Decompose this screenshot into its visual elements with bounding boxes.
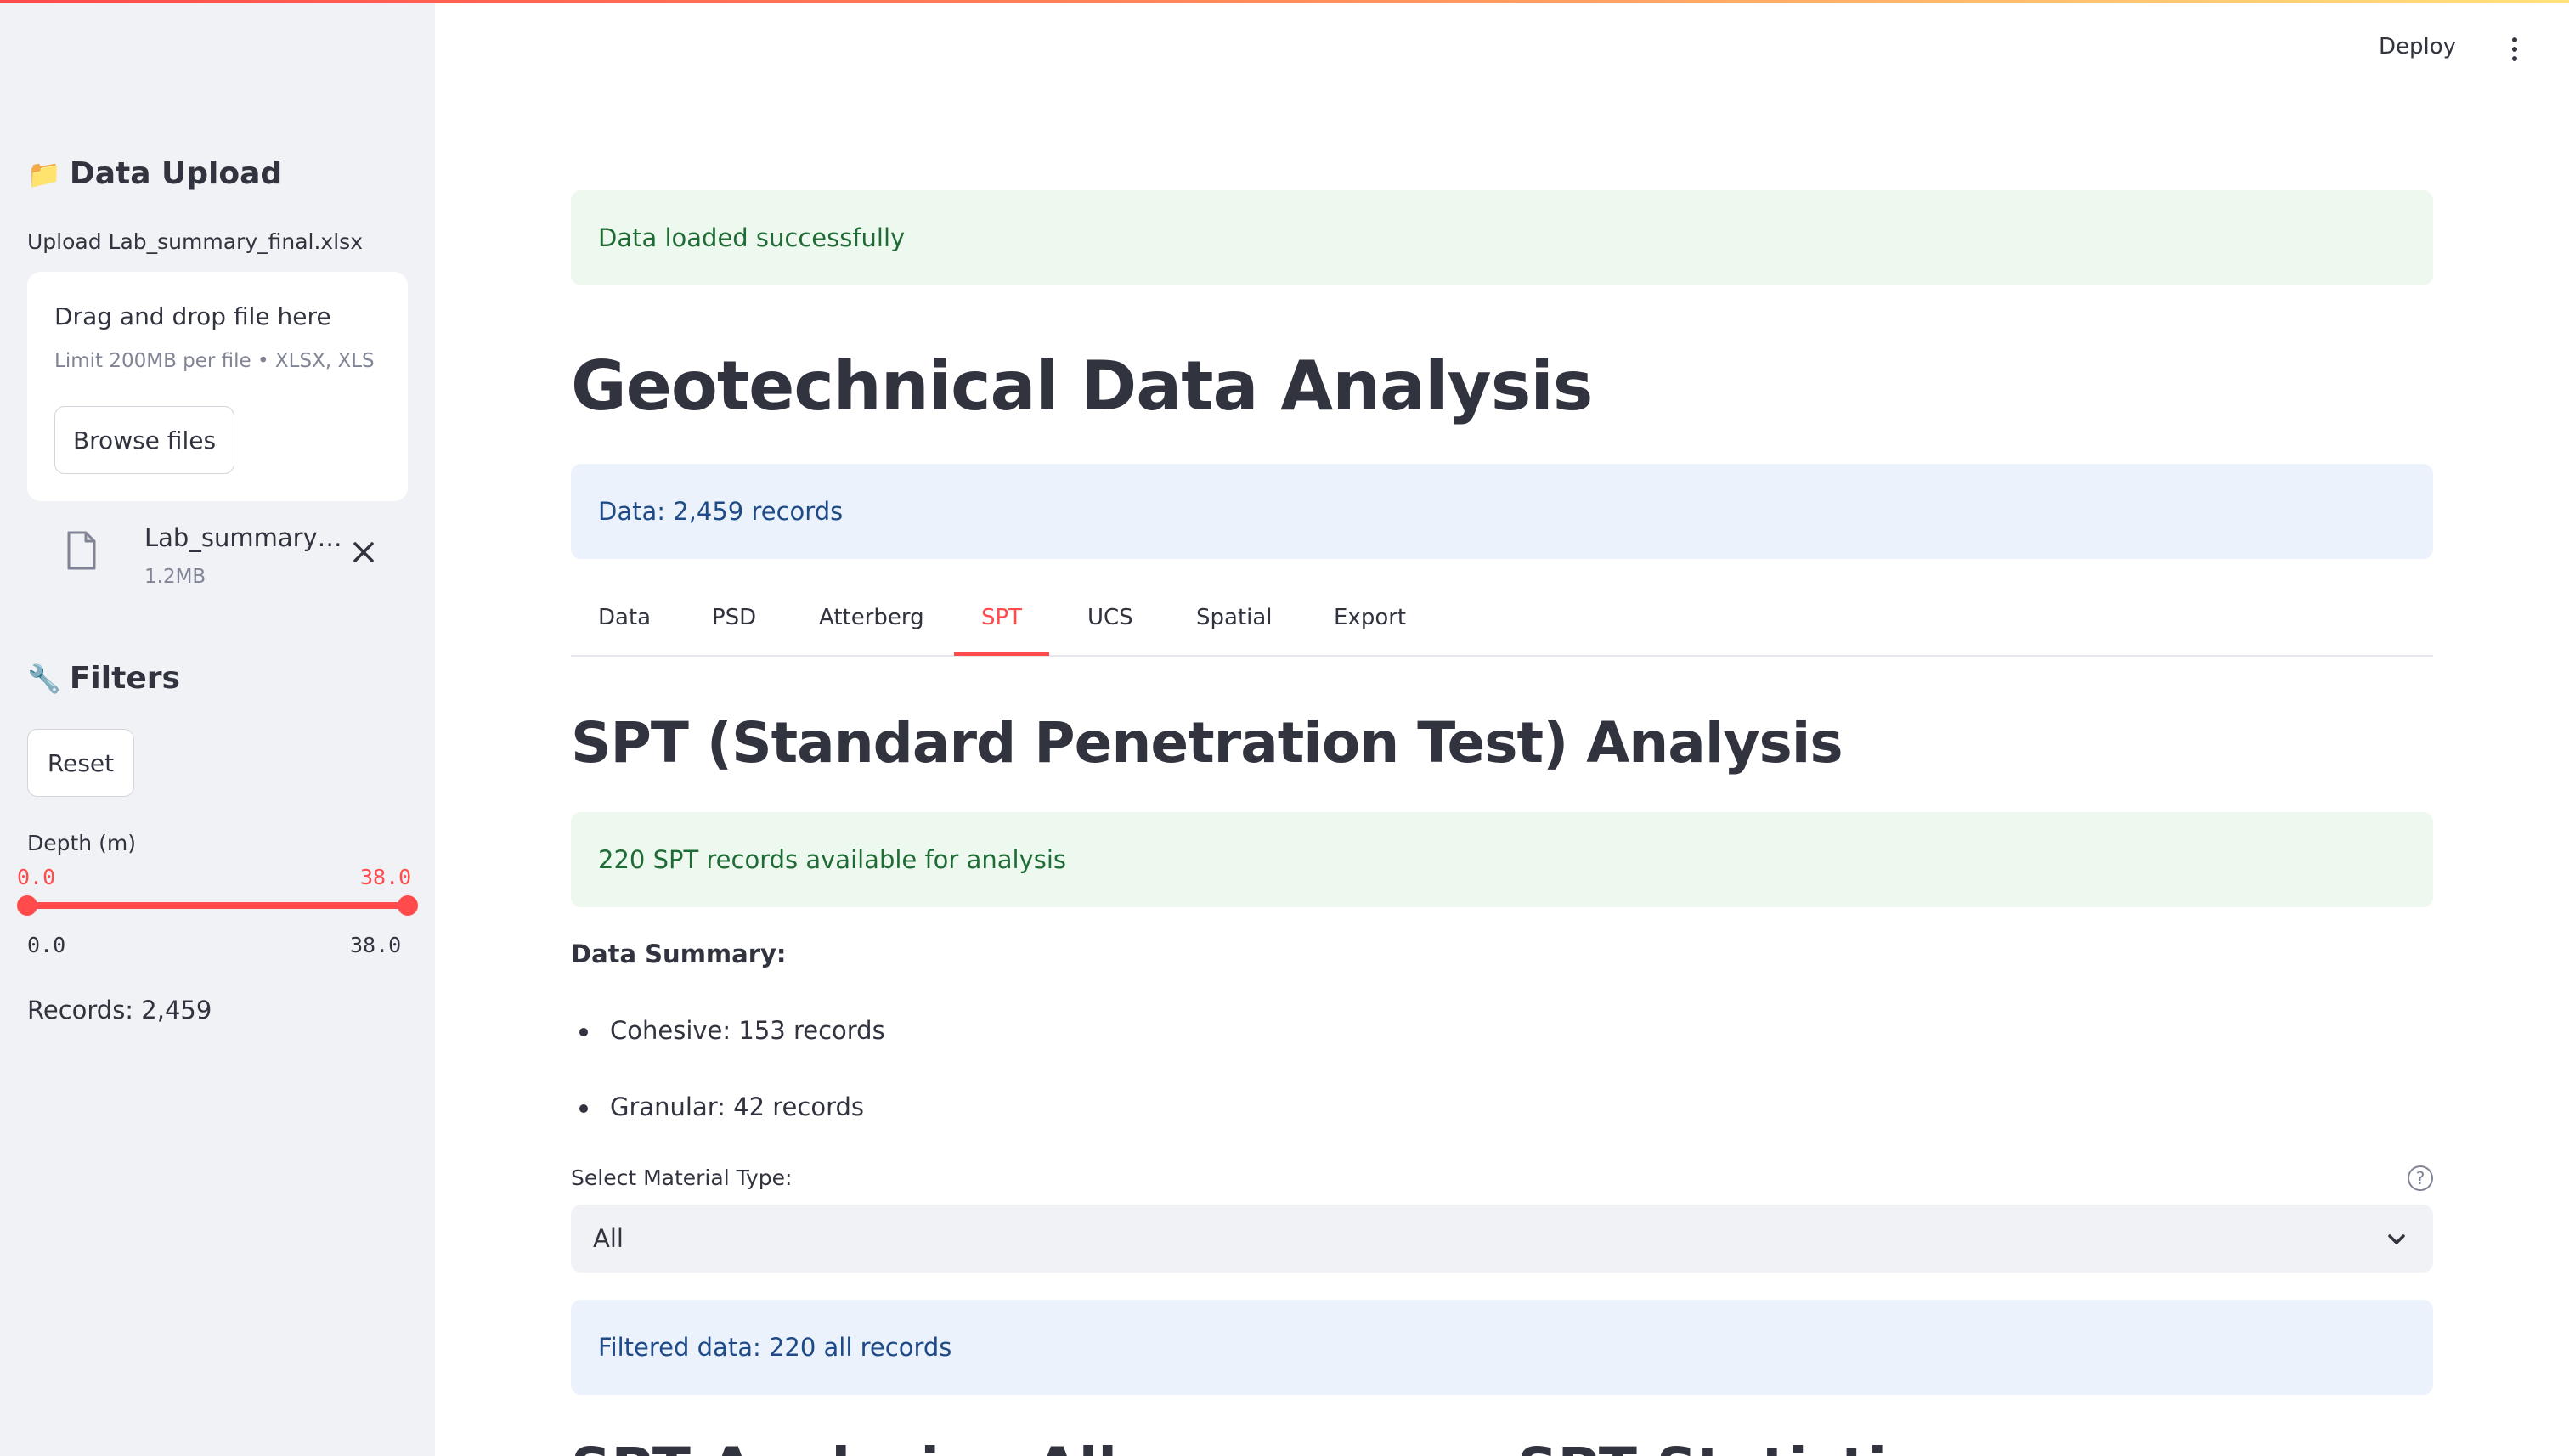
depth-slider-high-handle[interactable] bbox=[398, 895, 418, 916]
sidebar: 📁 Data Upload Upload Lab_summary_final.x… bbox=[0, 0, 435, 1456]
spt-heading: SPT (Standard Penetration Test) Analysis bbox=[571, 710, 1843, 776]
uploaded-file-name: Lab_summary… bbox=[144, 523, 342, 552]
spt-analysis-subheading: SPT Analysis - All bbox=[571, 1436, 1117, 1456]
chevron-down-icon bbox=[2388, 1234, 2405, 1244]
bullet-marker bbox=[579, 1028, 588, 1036]
material-type-select[interactable]: All bbox=[571, 1205, 2433, 1273]
depth-slider-track[interactable] bbox=[27, 902, 408, 909]
dropzone-subtitle: Limit 200MB per file • XLSX, XLS bbox=[54, 350, 375, 372]
deploy-button[interactable]: Deploy bbox=[2379, 34, 2456, 59]
tab-ucs[interactable]: UCS bbox=[1087, 605, 1133, 630]
depth-slider-label: Depth (m) bbox=[27, 831, 136, 855]
tab-psd[interactable]: PSD bbox=[712, 605, 756, 630]
tab-data[interactable]: Data bbox=[598, 605, 651, 630]
active-tab-indicator bbox=[954, 652, 1049, 656]
upload-header: 📁 Data Upload bbox=[27, 156, 282, 191]
filters-header-title: Filters bbox=[69, 661, 180, 696]
close-icon[interactable] bbox=[348, 537, 379, 567]
uploaded-file-size: 1.2MB bbox=[144, 566, 206, 588]
summary-item-granular: Granular: 42 records bbox=[610, 1092, 865, 1121]
filtered-data-alert: Filtered data: 220 all records bbox=[571, 1300, 2433, 1395]
page-title: Geotechnical Data Analysis bbox=[571, 347, 1593, 426]
reset-button[interactable]: Reset bbox=[27, 729, 134, 797]
depth-slider-min: 0.0 bbox=[27, 933, 66, 957]
wrench-icon: 🔧 bbox=[27, 662, 61, 695]
depth-slider-low-handle[interactable] bbox=[17, 895, 37, 916]
data-summary-title: Data Summary: bbox=[571, 940, 787, 968]
records-count: Records: 2,459 bbox=[27, 996, 212, 1024]
depth-slider-high-value: 38.0 bbox=[360, 865, 412, 889]
filters-header: 🔧 Filters bbox=[27, 661, 180, 696]
file-icon bbox=[67, 531, 96, 570]
uploaded-file-row: Lab_summary… 1.2MB bbox=[54, 520, 394, 596]
depth-slider-max: 38.0 bbox=[350, 933, 402, 957]
dropzone-title: Drag and drop file here bbox=[54, 302, 331, 330]
top-decoration-bar bbox=[0, 0, 2569, 3]
bullet-marker bbox=[579, 1104, 588, 1113]
tab-spt[interactable]: SPT bbox=[981, 605, 1022, 630]
success-alert: Data loaded successfully bbox=[571, 190, 2433, 285]
records-info-alert: Data: 2,459 records bbox=[571, 464, 2433, 559]
tab-atterberg[interactable]: Atterberg bbox=[819, 605, 924, 630]
upload-header-title: Data Upload bbox=[69, 156, 283, 191]
material-type-value: All bbox=[593, 1224, 624, 1253]
material-type-label: Select Material Type: bbox=[571, 1165, 793, 1190]
spt-statistics-subheading: SPT Statistics bbox=[1517, 1436, 1954, 1456]
tab-spatial[interactable]: Spatial bbox=[1196, 605, 1273, 630]
folder-icon: 📁 bbox=[27, 157, 61, 190]
summary-item-cohesive: Cohesive: 153 records bbox=[610, 1016, 885, 1045]
browse-files-button[interactable]: Browse files bbox=[54, 406, 234, 474]
tab-bar: Data PSD Atterberg SPT UCS Spatial Expor… bbox=[571, 595, 2433, 657]
file-dropzone[interactable]: Drag and drop file here Limit 200MB per … bbox=[27, 272, 408, 501]
spt-available-alert: 220 SPT records available for analysis bbox=[571, 812, 2433, 907]
upload-label: Upload Lab_summary_final.xlsx bbox=[27, 229, 363, 254]
depth-slider-low-value: 0.0 bbox=[17, 865, 56, 889]
tab-export[interactable]: Export bbox=[1334, 605, 1406, 630]
kebab-menu-icon[interactable] bbox=[2510, 37, 2520, 63]
help-circle-icon[interactable]: ? bbox=[2408, 1165, 2433, 1191]
